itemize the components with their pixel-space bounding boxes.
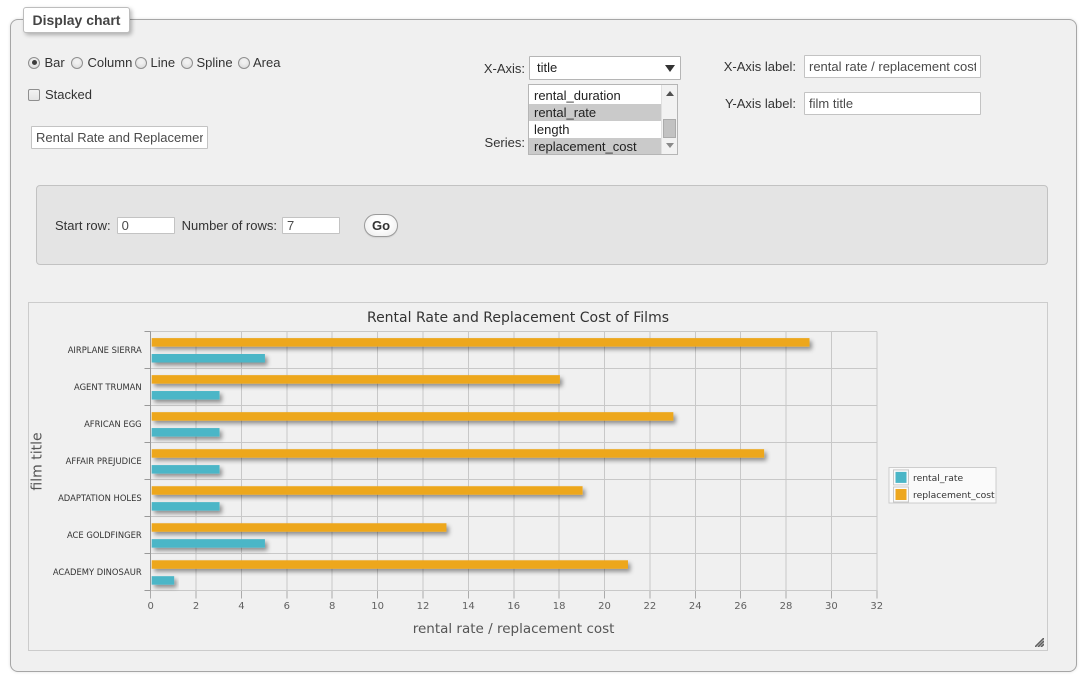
bar-replacement_cost bbox=[152, 449, 764, 458]
x-tick-label: 2 bbox=[193, 601, 199, 612]
y-axis-label-input[interactable] bbox=[804, 92, 981, 115]
chart-legend: rental_rate replacement_cost bbox=[889, 468, 996, 504]
x-tick-label: 10 bbox=[371, 601, 384, 612]
series-option-length[interactable]: length bbox=[529, 121, 661, 138]
bar-replacement_cost bbox=[152, 486, 583, 495]
bar-rental_rate bbox=[152, 428, 220, 437]
resize-grip-icon[interactable] bbox=[1035, 638, 1044, 647]
fieldset-legend: Display chart bbox=[23, 7, 130, 33]
chart-title-input[interactable] bbox=[31, 126, 208, 149]
bar-replacement_cost bbox=[152, 375, 560, 384]
x-axis-label-caption: X-Axis label: bbox=[696, 59, 796, 74]
chart-container: Rental Rate and Replacement Cost of Film… bbox=[28, 302, 1048, 651]
number-of-rows-label: Number of rows: bbox=[182, 218, 277, 233]
x-tick-label: 30 bbox=[825, 601, 838, 612]
x-axis-label: X-Axis: bbox=[425, 61, 525, 76]
bar-replacement_cost bbox=[152, 338, 810, 347]
x-axis-select[interactable]: title bbox=[529, 56, 681, 80]
rows-panel-row: Start row: Number of rows: Go bbox=[55, 212, 398, 238]
category-label: ADAPTATION HOLES bbox=[58, 493, 142, 503]
x-tick-label: 4 bbox=[238, 601, 244, 612]
x-tick-label: 0 bbox=[148, 601, 154, 612]
chart-type-radio-area[interactable] bbox=[238, 57, 250, 69]
x-tick-label: 32 bbox=[870, 601, 883, 612]
x-tick-label: 22 bbox=[644, 601, 657, 612]
stacked-row: Stacked bbox=[28, 88, 92, 101]
scrollbar-thumb[interactable] bbox=[663, 119, 676, 138]
scroll-down-icon bbox=[666, 143, 674, 148]
category-label: AFRICAN EGG bbox=[84, 419, 142, 429]
y-axis-title: film title bbox=[30, 432, 46, 490]
category-label: ACADEMY DINOSAUR bbox=[53, 567, 142, 577]
y-axis-label-caption: Y-Axis label: bbox=[696, 96, 796, 111]
x-tick-label: 14 bbox=[462, 601, 475, 612]
bar-replacement_cost bbox=[152, 560, 628, 569]
chart-type-radio-label[interactable]: Area bbox=[253, 56, 280, 70]
series-option-replacement_cost[interactable]: replacement_cost bbox=[529, 138, 661, 155]
scrollbar-down-button[interactable] bbox=[662, 138, 678, 154]
x-axis-title: rental rate / replacement cost bbox=[413, 621, 615, 637]
bar-replacement_cost bbox=[152, 523, 447, 532]
x-tick-label: 6 bbox=[284, 601, 290, 612]
x-tick-label: 28 bbox=[780, 601, 793, 612]
bar-rental_rate bbox=[152, 354, 265, 363]
chart-type-radio-line[interactable] bbox=[135, 57, 147, 69]
bar-chart: Rental Rate and Replacement Cost of Film… bbox=[29, 303, 1049, 652]
x-axis-selected-value: title bbox=[537, 60, 557, 75]
category-label: AFFAIR PREJUDICE bbox=[66, 456, 142, 466]
category-label: AIRPLANE SIERRA bbox=[68, 345, 142, 355]
legend-label-rental_rate: rental_rate bbox=[913, 473, 963, 484]
scroll-up-icon bbox=[666, 91, 674, 96]
series-option-rental_rate[interactable]: rental_rate bbox=[529, 104, 661, 121]
bar-replacement_cost bbox=[152, 412, 674, 421]
chart-title: Rental Rate and Replacement Cost of Film… bbox=[367, 310, 669, 326]
x-tick-label: 16 bbox=[507, 601, 520, 612]
category-label: AGENT TRUMAN bbox=[74, 382, 142, 392]
bar-rental_rate bbox=[152, 465, 220, 474]
scrollbar-up-button[interactable] bbox=[662, 85, 678, 101]
x-tick-label: 26 bbox=[734, 601, 747, 612]
x-axis-label-input[interactable] bbox=[804, 55, 981, 78]
legend-swatch-replacement_cost bbox=[896, 489, 907, 500]
chart-type-radio-spline[interactable] bbox=[181, 57, 193, 69]
select-dropdown-arrow-icon bbox=[665, 65, 675, 72]
chart-type-radio-label[interactable]: Spline bbox=[197, 56, 233, 70]
listbox-scrollbar[interactable] bbox=[661, 85, 677, 154]
start-row-label: Start row: bbox=[55, 218, 111, 233]
bar-rental_rate bbox=[152, 576, 174, 585]
x-tick-label: 18 bbox=[553, 601, 566, 612]
x-tick-label: 8 bbox=[329, 601, 335, 612]
chart-type-radio-column[interactable] bbox=[71, 57, 83, 69]
chart-type-radio-bar[interactable] bbox=[28, 57, 40, 69]
bar-rental_rate bbox=[152, 502, 220, 511]
start-row-input[interactable] bbox=[117, 217, 175, 234]
series-multiselect[interactable]: rental_durationrental_ratelengthreplacem… bbox=[528, 84, 678, 155]
chart-type-radio-label[interactable]: Line bbox=[151, 56, 176, 70]
stacked-checkbox[interactable] bbox=[28, 89, 40, 101]
go-button[interactable]: Go bbox=[364, 214, 398, 237]
chart-type-radio-label[interactable]: Bar bbox=[45, 56, 65, 70]
x-tick-label: 20 bbox=[598, 601, 611, 612]
x-tick-label: 24 bbox=[689, 601, 702, 612]
number-of-rows-input[interactable] bbox=[282, 217, 340, 234]
category-label: ACE GOLDFINGER bbox=[67, 530, 142, 540]
legend-label-replacement_cost: replacement_cost bbox=[913, 490, 995, 501]
x-tick-label: 12 bbox=[417, 601, 430, 612]
series-option-rental_duration[interactable]: rental_duration bbox=[529, 87, 661, 104]
legend-swatch-rental_rate bbox=[896, 472, 907, 483]
bar-rental_rate bbox=[152, 391, 220, 400]
chart-type-radio-label[interactable]: Column bbox=[88, 56, 133, 70]
stacked-label[interactable]: Stacked bbox=[45, 87, 92, 102]
bar-rental_rate bbox=[152, 539, 265, 548]
series-label: Series: bbox=[425, 135, 525, 150]
